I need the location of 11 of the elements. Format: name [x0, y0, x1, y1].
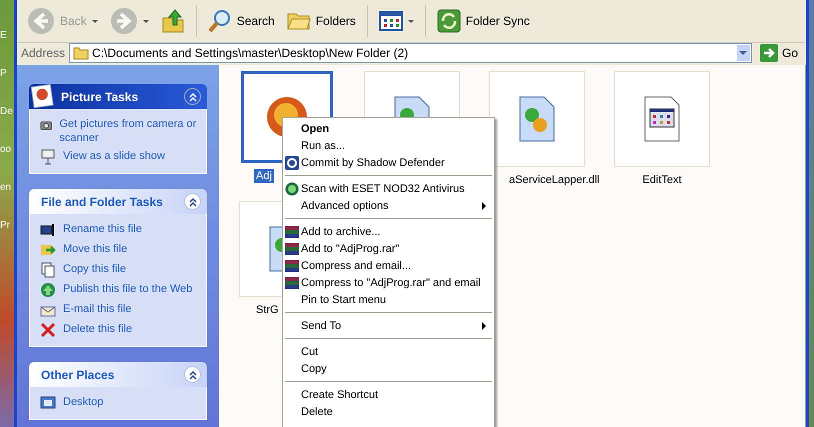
- file-name: aServiceLapper.dll: [508, 173, 601, 187]
- desktop-icon-label: oo: [0, 144, 12, 156]
- address-label: Address: [21, 46, 66, 60]
- file-name: EditText: [641, 173, 683, 187]
- desktop-icon-label: E: [0, 30, 8, 42]
- desktop-icon-label: De: [0, 106, 14, 118]
- desktop-icon-label: en: [0, 182, 12, 194]
- file-name: Adj: [254, 169, 274, 183]
- desktop-icon-label: P: [0, 68, 8, 80]
- desktop-icon-label: Pr: [0, 220, 11, 232]
- file-name: StrG: [255, 303, 280, 317]
